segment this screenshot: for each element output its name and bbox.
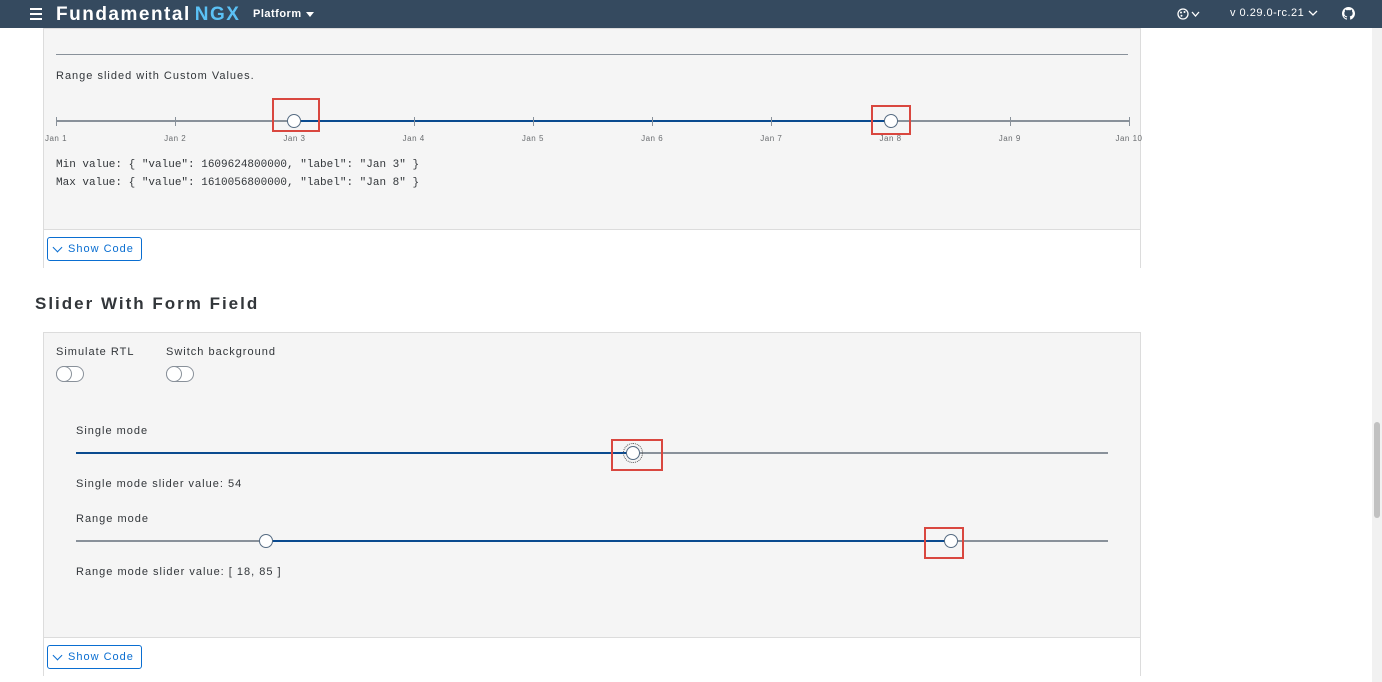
slider-tick [175, 117, 177, 126]
platform-label: Platform [253, 8, 302, 20]
brand-title[interactable]: Fundamental NGX [56, 4, 240, 26]
slider-tick-label: Jan 4 [402, 134, 425, 143]
brand-accent: NGX [194, 4, 241, 25]
divider [56, 54, 1128, 55]
range-mode-value-text: Range mode slider value: [ 18, 85 ] [76, 566, 282, 578]
slider-tick-label: Jan 8 [879, 134, 902, 143]
top-bar: Fundamental NGX Platform v 0.29.0-rc.21 [0, 0, 1382, 28]
range-mode-label: Range mode [76, 513, 149, 525]
scrollbar-thumb[interactable] [1374, 422, 1380, 518]
version-label: v 0.29.0-rc.21 [1230, 7, 1305, 19]
slider-min-handle[interactable] [258, 534, 273, 548]
slider-max-handle[interactable] [883, 114, 898, 128]
max-value-readout: Max value: { "value": 1610056800000, "la… [56, 177, 420, 189]
min-value-readout: Min value: { "value": 1609624800000, "la… [56, 159, 420, 171]
custom-values-caption: Range slided with Custom Values. [56, 70, 255, 82]
slider-min-handle[interactable] [287, 114, 302, 128]
slider-tick [1009, 117, 1011, 126]
custom-values-range-slider[interactable]: Jan 1 Jan 2 Jan 3 Jan 4 Jan 5 Jan 6 Jan 7 Jan 8… [45, 98, 1142, 143]
slider-tick-label: Jan 9 [998, 134, 1021, 143]
github-link[interactable] [1342, 7, 1355, 25]
caret-down-icon [305, 11, 314, 17]
brand-name: Fundamental [56, 4, 191, 25]
show-code-label: Show Code [68, 243, 134, 255]
slider-tick [56, 117, 57, 126]
slider-tick [771, 117, 773, 126]
single-mode-label: Single mode [76, 425, 149, 437]
switch-background-switch[interactable] [166, 366, 194, 382]
platform-dropdown[interactable]: Platform [253, 8, 314, 20]
switch-background-label: Switch background [166, 346, 276, 358]
slider-tick [413, 117, 415, 126]
slider-tick-label: Jan 6 [641, 134, 664, 143]
custom-values-example-panel: Range slided with Custom Values. Jan 1 Ja… [43, 28, 1142, 268]
slider-tick [1129, 117, 1130, 126]
slider-tick-label: Jan 3 [283, 134, 306, 143]
github-icon [1342, 7, 1355, 20]
slider-range-fill [294, 120, 891, 122]
page-scrollbar[interactable] [1372, 28, 1382, 682]
chevron-down-icon [1308, 10, 1318, 17]
chevron-down-icon [52, 650, 63, 661]
code-footer: Show Code [44, 637, 1140, 676]
slider-tick-label: Jan 2 [164, 134, 187, 143]
simulate-rtl-label: Simulate RTL [56, 346, 135, 358]
section-title: Slider With Form Field [35, 294, 260, 313]
slider-range-fill [261, 540, 954, 542]
show-code-button[interactable]: Show Code [47, 645, 142, 669]
slider-tick-label: Jan 1 [44, 134, 68, 143]
version-dropdown[interactable]: v 0.29.0-rc.21 [1230, 7, 1318, 19]
chevron-down-icon [52, 242, 63, 253]
simulate-rtl-switch[interactable] [56, 366, 84, 382]
slider-tick-label: Jan 5 [521, 134, 544, 143]
form-field-example-panel: Simulate RTL Switch background Single mo… [43, 332, 1141, 676]
code-footer: Show Code [44, 229, 1140, 268]
slider-tick-label: Jan 10 [1115, 134, 1143, 143]
single-mode-value-text: Single mode slider value: 54 [76, 478, 243, 490]
slider-tick [652, 117, 654, 126]
single-mode-slider[interactable] [76, 439, 1108, 471]
show-code-label: Show Code [68, 651, 134, 663]
show-code-button[interactable]: Show Code [47, 237, 142, 261]
slider-fill [76, 452, 634, 454]
menu-icon[interactable] [30, 8, 42, 20]
slider-tick [532, 117, 534, 126]
switch-knob [56, 366, 72, 382]
slider-tick-label: Jan 7 [760, 134, 783, 143]
theme-menu[interactable] [1176, 7, 1202, 26]
slider-max-handle[interactable] [944, 534, 959, 548]
slider-handle[interactable] [623, 443, 644, 463]
range-mode-slider[interactable] [76, 527, 1108, 559]
theme-icon [1177, 8, 1200, 20]
switch-knob [166, 366, 182, 382]
